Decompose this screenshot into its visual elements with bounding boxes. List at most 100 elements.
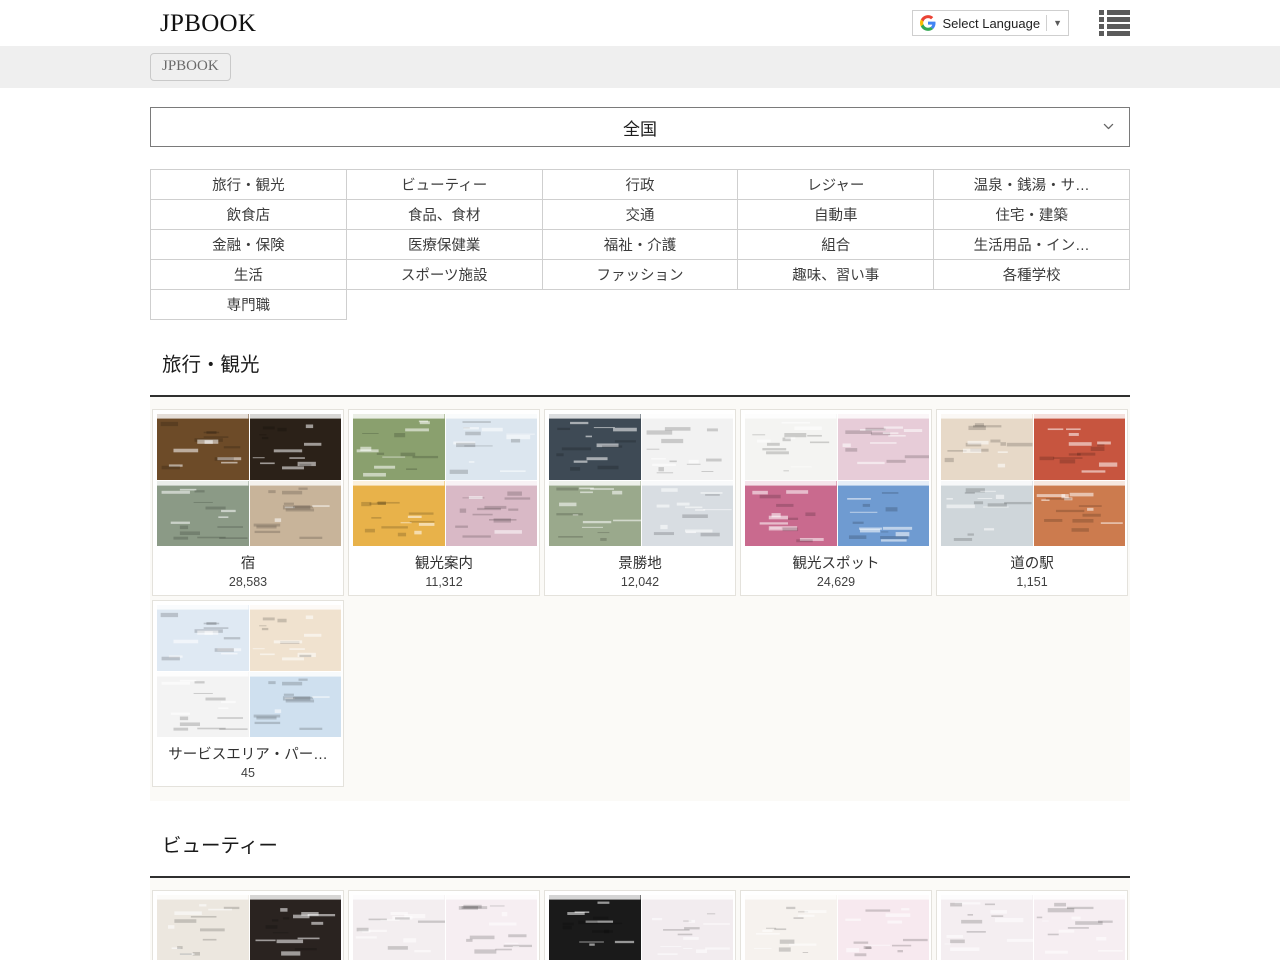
site-thumbnail bbox=[157, 895, 249, 960]
card-label: 道の駅 bbox=[941, 546, 1123, 573]
category-cell[interactable]: レジャー bbox=[738, 170, 934, 200]
category-section: 旅行・観光宿28,583観光案内11,312景勝地12,042観光スポット24,… bbox=[150, 348, 1130, 801]
category-card[interactable] bbox=[936, 890, 1128, 960]
category-cell[interactable]: 専門職 bbox=[151, 290, 347, 320]
category-cell[interactable]: 組合 bbox=[738, 230, 934, 260]
category-cell[interactable]: 食品、食材 bbox=[346, 200, 542, 230]
card-thumbnail-grid bbox=[549, 895, 733, 960]
category-cell[interactable]: ファッション bbox=[542, 260, 738, 290]
site-thumbnail bbox=[250, 414, 342, 480]
category-cell[interactable]: 医療保健業 bbox=[346, 230, 542, 260]
menu-bar bbox=[1107, 10, 1130, 15]
card-thumbnail-grid bbox=[353, 414, 537, 546]
list-menu-icon[interactable] bbox=[1099, 10, 1130, 37]
category-card[interactable]: 景勝地12,042 bbox=[544, 409, 736, 596]
card-label: サービスエリア・パー… bbox=[157, 737, 339, 764]
site-thumbnail bbox=[250, 481, 342, 547]
site-thumbnail bbox=[353, 414, 445, 480]
category-card[interactable]: 宿28,583 bbox=[152, 409, 344, 596]
site-thumbnail bbox=[353, 895, 445, 960]
site-thumbnail bbox=[446, 414, 538, 480]
card-thumbnail-grid bbox=[941, 414, 1125, 546]
category-card[interactable] bbox=[152, 890, 344, 960]
menu-bar bbox=[1107, 17, 1130, 22]
category-cell[interactable]: 旅行・観光 bbox=[151, 170, 347, 200]
site-thumbnail bbox=[157, 605, 249, 671]
card-thumbnail-grid bbox=[549, 414, 733, 546]
category-card[interactable] bbox=[740, 890, 932, 960]
section-title: 旅行・観光 bbox=[162, 348, 1130, 387]
breadcrumb: JPBOOK bbox=[0, 46, 1280, 88]
category-card[interactable]: サービスエリア・パー…45 bbox=[152, 600, 344, 787]
card-thumbnail-grid bbox=[941, 895, 1125, 960]
site-thumbnail bbox=[838, 481, 930, 547]
breadcrumb-item-jpbook[interactable]: JPBOOK bbox=[150, 53, 231, 81]
menu-bullet bbox=[1099, 17, 1104, 22]
chevron-down-icon bbox=[1102, 120, 1115, 133]
category-table-body: 旅行・観光ビューティー行政レジャー温泉・銭湯・サ…飲食店食品、食材交通自動車住宅… bbox=[151, 170, 1130, 320]
site-thumbnail bbox=[1034, 895, 1126, 960]
site-thumbnail bbox=[446, 895, 538, 960]
category-cell[interactable]: スポーツ施設 bbox=[346, 260, 542, 290]
section-cards bbox=[150, 878, 1130, 960]
card-thumbnail-grid bbox=[745, 414, 929, 546]
site-thumbnail bbox=[1034, 481, 1126, 547]
category-row: 専門職 bbox=[151, 290, 1130, 320]
card-label: 観光案内 bbox=[353, 546, 535, 573]
category-row: 生活スポーツ施設ファッション趣味、習い事各種学校 bbox=[151, 260, 1130, 290]
menu-row bbox=[1099, 24, 1130, 29]
category-card[interactable]: 観光スポット24,629 bbox=[740, 409, 932, 596]
category-cell-empty bbox=[542, 290, 738, 320]
site-thumbnail bbox=[941, 414, 1033, 480]
card-count: 28,583 bbox=[157, 573, 339, 595]
region-select[interactable]: 全国 bbox=[150, 107, 1130, 147]
category-card[interactable] bbox=[544, 890, 736, 960]
category-cell[interactable]: 飲食店 bbox=[151, 200, 347, 230]
category-card[interactable]: 道の駅1,151 bbox=[936, 409, 1128, 596]
menu-row bbox=[1099, 17, 1130, 22]
category-cell[interactable]: 自動車 bbox=[738, 200, 934, 230]
category-cell[interactable]: 温泉・銭湯・サ… bbox=[934, 170, 1130, 200]
card-label: 景勝地 bbox=[549, 546, 731, 573]
category-cell[interactable]: 福祉・介護 bbox=[542, 230, 738, 260]
category-card[interactable]: 観光案内11,312 bbox=[348, 409, 540, 596]
category-cell[interactable]: 金融・保険 bbox=[151, 230, 347, 260]
category-cell[interactable]: 生活 bbox=[151, 260, 347, 290]
page-root: JPBOOK Select Language ▼ bbox=[0, 0, 1280, 960]
category-cell[interactable]: ビューティー bbox=[346, 170, 542, 200]
category-cell[interactable]: 行政 bbox=[542, 170, 738, 200]
google-logo-icon bbox=[920, 15, 936, 31]
menu-row bbox=[1099, 31, 1130, 36]
card-row bbox=[150, 890, 1130, 960]
card-thumbnail-grid bbox=[157, 605, 341, 737]
site-thumbnail bbox=[446, 481, 538, 547]
category-cell[interactable]: 住宅・建築 bbox=[934, 200, 1130, 230]
site-thumbnail bbox=[838, 895, 930, 960]
category-row: 旅行・観光ビューティー行政レジャー温泉・銭湯・サ… bbox=[151, 170, 1130, 200]
menu-bullet bbox=[1099, 31, 1104, 36]
category-table: 旅行・観光ビューティー行政レジャー温泉・銭湯・サ…飲食店食品、食材交通自動車住宅… bbox=[150, 169, 1130, 320]
site-thumbnail bbox=[250, 895, 342, 960]
category-cell[interactable]: 交通 bbox=[542, 200, 738, 230]
site-thumbnail bbox=[157, 414, 249, 480]
translate-caret-icon[interactable]: ▼ bbox=[1053, 19, 1062, 28]
category-cell-empty bbox=[934, 290, 1130, 320]
site-thumbnail bbox=[941, 895, 1033, 960]
category-cell[interactable]: 趣味、習い事 bbox=[738, 260, 934, 290]
card-count: 24,629 bbox=[745, 573, 927, 595]
category-card[interactable] bbox=[348, 890, 540, 960]
category-section: ビューティー bbox=[150, 829, 1130, 960]
google-translate-widget[interactable]: Select Language ▼ bbox=[912, 10, 1069, 36]
site-thumbnail bbox=[549, 481, 641, 547]
translate-label: Select Language bbox=[942, 16, 1040, 31]
site-logo[interactable]: JPBOOK bbox=[160, 11, 256, 36]
translate-divider bbox=[1046, 15, 1047, 31]
site-thumbnail bbox=[549, 895, 641, 960]
menu-bullet bbox=[1099, 24, 1104, 29]
category-cell-empty bbox=[346, 290, 542, 320]
category-row: 飲食店食品、食材交通自動車住宅・建築 bbox=[151, 200, 1130, 230]
category-cell[interactable]: 各種学校 bbox=[934, 260, 1130, 290]
site-thumbnail bbox=[941, 481, 1033, 547]
category-cell[interactable]: 生活用品・イン… bbox=[934, 230, 1130, 260]
site-thumbnail bbox=[1034, 414, 1126, 480]
